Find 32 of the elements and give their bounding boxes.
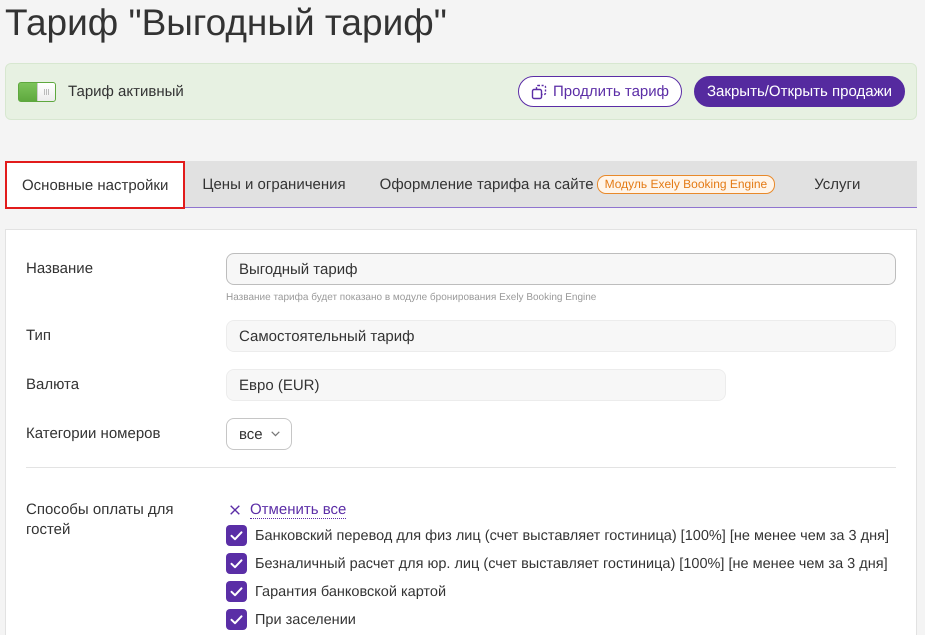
field-label: Способы оплаты для гостей bbox=[26, 500, 175, 540]
field-hint: Название тарифа будет показано в модуле бронирования Exely Booking Engine bbox=[226, 292, 596, 303]
field-label: Категории номеров bbox=[26, 424, 160, 444]
tab[interactable]: Основные настройки bbox=[5, 161, 186, 209]
field-label: Название bbox=[26, 259, 94, 279]
tab[interactable]: Цены и ограничения bbox=[185, 161, 363, 208]
status-label: Тариф активный bbox=[68, 83, 184, 100]
field-label: Тип bbox=[26, 326, 52, 346]
field-label: Валюта bbox=[26, 375, 80, 395]
checkbox[interactable] bbox=[226, 609, 247, 630]
checkbox[interactable] bbox=[226, 525, 247, 546]
chevron-down-icon bbox=[270, 431, 280, 437]
checkbox[interactable] bbox=[226, 581, 247, 602]
extend-button[interactable]: Продлить тариф bbox=[518, 76, 682, 107]
checkbox-label: Гарантия банковской картой bbox=[255, 584, 446, 600]
checkbox-label: Банковский перевод для физ лиц (счет выставляет гостиница) [100%] [не менее чем за 3 дня] bbox=[255, 528, 889, 544]
page-title: Тариф "Выгодный тариф" bbox=[5, 1, 447, 45]
checkbox-label: При заселении bbox=[255, 612, 356, 628]
tab[interactable]: Услуги bbox=[797, 161, 878, 208]
readonly-field[interactable]: Самостоятельный тариф bbox=[226, 320, 896, 352]
tab[interactable]: Оформление тарифа на сайте Модуль Exely Booking Engine bbox=[362, 161, 798, 208]
readonly-field[interactable]: Евро (EUR) bbox=[226, 369, 726, 401]
checkbox[interactable] bbox=[226, 553, 247, 574]
module-badge: Модуль Exely Booking Engine bbox=[596, 175, 776, 194]
toggle-switch[interactable] bbox=[18, 82, 56, 102]
squares-icon bbox=[531, 84, 547, 100]
cross-icon bbox=[230, 505, 240, 515]
sales-button[interactable]: Закрыть/Открыть продажи bbox=[694, 76, 905, 107]
clear-all-link[interactable]: Отменить все bbox=[226, 500, 346, 520]
category-select[interactable]: все bbox=[226, 418, 292, 450]
checkbox-label: Безналичный расчет для юр. лиц (счет выставляет гостиница) [100%] [не менее чем за 3 дня] bbox=[255, 556, 888, 572]
text-field[interactable]: Выгодный тариф bbox=[226, 253, 896, 285]
